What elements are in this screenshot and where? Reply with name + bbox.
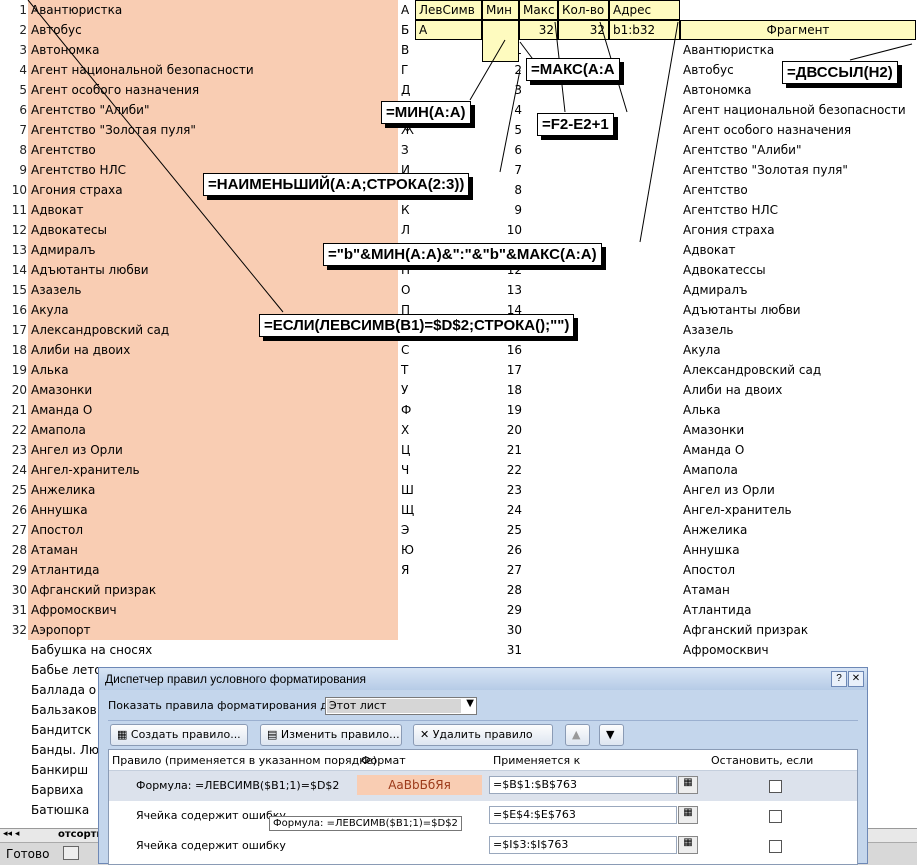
tooltip: Формула: =ЛЕВСИМВ($B1;1)=$D$2: [269, 816, 462, 831]
applies-to-value: =$I$3:$I$763: [493, 838, 569, 851]
cf-rules-manager-dialog: Диспетчер правил условного форматировани…: [98, 667, 868, 865]
callout-diff: =F2-E2+1: [537, 113, 614, 136]
macro-record-icon[interactable]: [63, 846, 79, 860]
col-applies-header: Применяется к: [493, 754, 581, 767]
applies-to-value: =$B$1:$B$763: [493, 778, 578, 791]
edit-rule-button[interactable]: ▤ Изменить правило...: [260, 724, 402, 746]
stop-if-true-checkbox[interactable]: [769, 810, 782, 823]
collapse-dialog-icon[interactable]: ▦: [678, 776, 698, 794]
rules-table-header: Правило (применяется в указанном порядке…: [109, 750, 857, 780]
stop-if-true-checkbox[interactable]: [769, 780, 782, 793]
applies-to-field[interactable]: =$E$4:$E$763: [489, 806, 677, 824]
dialog-titlebar: Диспетчер правил условного форматировани…: [99, 668, 867, 690]
callout-concat: ="b"&МИН(A:A)&":"&"b"&МАКС(A:A): [323, 243, 602, 266]
applies-to-value: =$E$4:$E$763: [493, 808, 576, 821]
rule-format-preview: АаВbБбЯя: [357, 775, 482, 795]
rule-row-3[interactable]: Ячейка содержит ошибку =$I$3:$I$763 ▦: [109, 831, 857, 861]
tab-scroll-icon[interactable]: ◂◂ ◂: [3, 829, 19, 839]
delete-icon: ✕: [420, 728, 433, 741]
new-rule-label: Создать правило...: [130, 728, 241, 741]
applies-to-field[interactable]: =$I$3:$I$763: [489, 836, 677, 854]
move-down-button[interactable]: ▼: [599, 724, 624, 746]
chevron-down-icon[interactable]: ▼: [466, 698, 474, 709]
show-rules-value: Этот лист: [327, 699, 461, 713]
stop-if-true-checkbox[interactable]: [769, 840, 782, 853]
delete-rule-button[interactable]: ✕ Удалить правило: [413, 724, 553, 746]
delete-rule-label: Удалить правило: [432, 728, 533, 741]
rule-row-1[interactable]: Формула: =ЛЕВСИМВ($B1;1)=$D$2 АаВbБбЯя =…: [109, 771, 857, 801]
new-rule-icon: ▦: [117, 728, 131, 741]
callout-min: =МИН(A:A): [381, 101, 471, 124]
applies-to-field[interactable]: =$B$1:$B$763: [489, 776, 677, 794]
callout-dvssyl: =ДВССЫЛ(H2): [782, 61, 898, 84]
rule-text: Ячейка содержит ошибку: [136, 839, 286, 852]
status-text: Готово: [6, 847, 50, 861]
new-rule-button[interactable]: ▦ Создать правило...: [110, 724, 248, 746]
show-rules-label: Показать правила форматирования для:: [108, 699, 346, 712]
show-rules-select[interactable]: Этот лист ▼: [325, 697, 477, 715]
close-icon[interactable]: ✕: [848, 671, 864, 687]
col-rule-header: Правило (применяется в указанном порядке…: [112, 754, 377, 767]
collapse-dialog-icon[interactable]: ▦: [678, 806, 698, 824]
dialog-title: Диспетчер правил условного форматировани…: [105, 672, 366, 686]
help-icon[interactable]: ?: [831, 671, 847, 687]
move-up-button[interactable]: ▲: [565, 724, 590, 746]
rule-text: Ячейка содержит ошибку: [136, 809, 286, 822]
edit-rule-label: Изменить правило...: [280, 728, 400, 741]
callout-naim: =НАИМЕНЬШИЙ(A:A;СТРОКА(2:3)): [203, 173, 470, 196]
rule-text: Формула: =ЛЕВСИМВ($B1;1)=$D$2: [136, 779, 340, 792]
callout-esli: =ЕСЛИ(ЛЕВСИМВ(B1)=$D$2;СТРОКА();""): [259, 314, 575, 337]
edit-rule-icon: ▤: [267, 728, 281, 741]
sheet-tab[interactable]: отсорти: [58, 829, 103, 840]
toolbar-divider: [108, 720, 858, 721]
col-format-header: Формат: [361, 754, 406, 767]
callout-maks: =МАКС(A:A: [526, 58, 620, 81]
rule-row-2[interactable]: Ячейка содержит ошибку =$E$4:$E$763 ▦: [109, 801, 857, 831]
rules-table: Правило (применяется в указанном порядке…: [108, 749, 858, 865]
collapse-dialog-icon[interactable]: ▦: [678, 836, 698, 854]
